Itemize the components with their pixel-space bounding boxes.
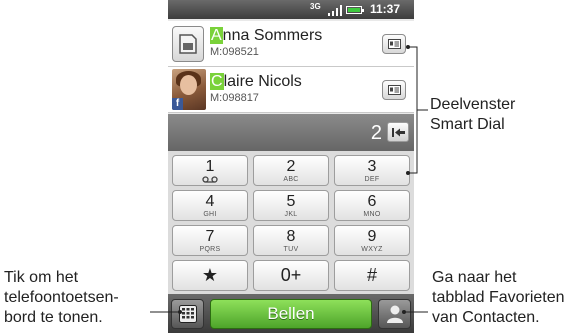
callout-smartdial: Deelvenster Smart Dial bbox=[430, 96, 516, 133]
callout-favorites: Ga naar het tabblad Favorieten van Conta… bbox=[432, 269, 565, 326]
callout-keyboard: Tik om het telefoontoetsen- bord te tone… bbox=[4, 269, 119, 326]
